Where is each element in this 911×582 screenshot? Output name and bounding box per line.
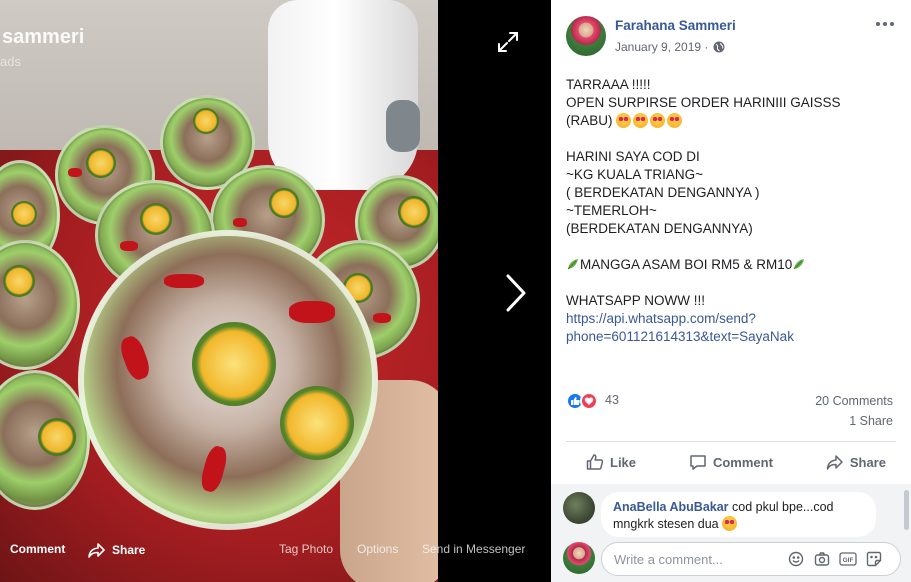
overlay-subtitle: ads bbox=[0, 54, 21, 69]
comment-icon bbox=[690, 455, 706, 470]
post-date: January 9, 2019 · bbox=[615, 40, 725, 54]
public-globe-icon bbox=[713, 41, 725, 53]
whatsapp-link[interactable]: phone=601121614313&text=SayaNak bbox=[566, 329, 794, 344]
commenter-avatar[interactable] bbox=[563, 492, 595, 524]
tag-photo-button[interactable]: Tag Photo bbox=[279, 542, 333, 556]
heart-eyes-emoji-icon bbox=[650, 113, 666, 128]
send-in-messenger-label: Send in Messenger bbox=[422, 542, 526, 556]
photo-action-bar: Comment Share Tag Photo Options Send in … bbox=[0, 534, 551, 570]
post-text: TARRAAA !!!!! OPEN SURPIRSE ORDER HARINI… bbox=[566, 76, 896, 346]
options-label: Options bbox=[357, 542, 399, 556]
comment-button[interactable]: Comment bbox=[689, 453, 773, 471]
comment-icon bbox=[0, 542, 4, 556]
comments-section: AnaBella AbuBakar cod pkul bpe...cod mng… bbox=[551, 484, 911, 582]
comment-text: mngkrk stesen dua bbox=[613, 517, 719, 531]
author-avatar[interactable] bbox=[566, 16, 606, 56]
reaction-icons[interactable] bbox=[566, 392, 598, 410]
current-user-avatar bbox=[563, 542, 595, 574]
post-text-blank bbox=[566, 274, 896, 292]
comment-author[interactable]: AnaBella AbuBakar bbox=[613, 500, 729, 514]
herb-emoji-icon bbox=[793, 259, 805, 270]
post-text-line: TARRAAA !!!!! bbox=[566, 77, 651, 92]
share-button[interactable]: Share bbox=[826, 453, 886, 471]
post-text-line: MANGGA ASAM BOI RM5 & RM10 bbox=[566, 256, 896, 274]
post-text-segment: MANGGA ASAM BOI RM5 & RM10 bbox=[580, 257, 793, 272]
like-label: Like bbox=[610, 454, 637, 470]
post-author-name[interactable]: Farahana Sammeri bbox=[615, 18, 736, 33]
post-text-line: OPEN SURPIRSE ORDER HARINIII GAISSS bbox=[566, 95, 841, 110]
post-panel: Farahana Sammeri January 9, 2019 · TARRA… bbox=[551, 0, 911, 582]
like-button[interactable]: Like bbox=[586, 453, 636, 471]
share-label: Share bbox=[849, 454, 886, 470]
gif-icon[interactable]: GIF bbox=[839, 550, 857, 568]
post-text-blank bbox=[566, 130, 896, 148]
comment-label: Comment bbox=[712, 454, 773, 470]
emoji-icon[interactable] bbox=[787, 550, 805, 568]
post-text-line: HARINI SAYA COD DI bbox=[566, 149, 700, 164]
love-reaction-icon bbox=[580, 392, 598, 410]
whatsapp-link-line-1: https://api.whatsapp.com/send? bbox=[566, 310, 896, 328]
comments-count[interactable]: 20 Comments bbox=[815, 394, 893, 408]
sticker-icon[interactable] bbox=[865, 550, 883, 568]
more-options-icon[interactable] bbox=[875, 16, 895, 32]
viewer-comment-button[interactable]: Comment bbox=[0, 542, 65, 556]
comment-text: cod pkul bpe...cod bbox=[728, 500, 834, 514]
shares-count[interactable]: 1 Share bbox=[849, 414, 893, 428]
comments-scrollbar[interactable] bbox=[904, 490, 909, 530]
divider bbox=[566, 441, 896, 442]
whatsapp-link[interactable]: https://api.whatsapp.com/send? bbox=[566, 311, 756, 326]
post-text-line: ~KG KUALA TRIANG~ bbox=[566, 167, 704, 182]
like-icon bbox=[586, 454, 604, 470]
post-text-line: WHATSAPP NOWW !!! bbox=[566, 293, 706, 308]
grinning-emoji-icon bbox=[722, 516, 738, 531]
overlay-author-name[interactable]: sammeri bbox=[2, 26, 84, 49]
svg-text:GIF: GIF bbox=[843, 557, 854, 564]
next-photo-icon[interactable] bbox=[500, 270, 530, 316]
herb-emoji-icon bbox=[567, 259, 578, 270]
viewer-share-button[interactable]: Share bbox=[88, 542, 145, 558]
share-icon bbox=[826, 455, 843, 470]
post-text-line: (RABU) bbox=[566, 112, 896, 130]
heart-eyes-emoji-icon bbox=[667, 113, 683, 128]
comment-input-tools: GIF bbox=[787, 550, 883, 568]
post-date-text[interactable]: January 9, 2019 · bbox=[615, 40, 708, 54]
post-text-line: (BERDEKATAN DENGANNYA) bbox=[566, 221, 753, 236]
whatsapp-link-line-2: phone=601121614313&text=SayaNak bbox=[566, 328, 896, 346]
photo-blender bbox=[268, 0, 420, 190]
post-text-line: ~TEMERLOH~ bbox=[566, 203, 657, 218]
comment-bubble: AnaBella AbuBakar cod pkul bpe...cod mng… bbox=[601, 492, 876, 537]
post-actions: Like Comment Share bbox=[566, 444, 896, 480]
post-text-blank bbox=[566, 238, 896, 256]
send-in-messenger-button[interactable]: Send in Messenger bbox=[422, 542, 525, 556]
post-photo[interactable] bbox=[0, 0, 438, 582]
heart-eyes-emoji-icon bbox=[616, 113, 632, 128]
options-button[interactable]: Options bbox=[357, 542, 398, 556]
tag-photo-label: Tag Photo bbox=[279, 542, 334, 556]
fullscreen-icon[interactable] bbox=[496, 30, 520, 54]
post-text-segment: (RABU) bbox=[566, 113, 613, 128]
photo-main-jar bbox=[78, 230, 378, 530]
reactions-summary: 43 20 Comments 1 Share bbox=[566, 390, 896, 430]
camera-icon[interactable] bbox=[813, 550, 831, 568]
viewer-share-label: Share bbox=[112, 543, 146, 557]
reaction-count[interactable]: 43 bbox=[605, 393, 619, 407]
heart-eyes-emoji-icon bbox=[633, 113, 649, 128]
photo-viewer: sammeri ads Comment Share Tag Photo Opti… bbox=[0, 0, 551, 582]
share-icon bbox=[88, 543, 105, 558]
viewer-comment-label: Comment bbox=[10, 542, 66, 556]
post-text-line: ( BERDEKATAN DENGANNYA ) bbox=[566, 185, 760, 200]
